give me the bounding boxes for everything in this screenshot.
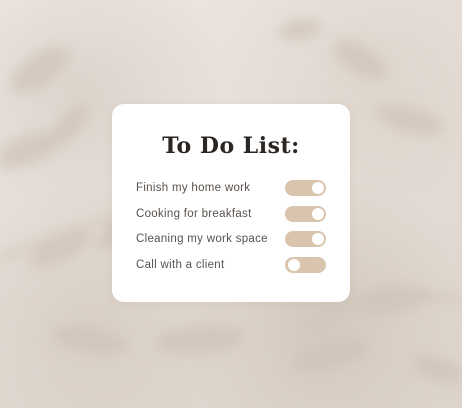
task-item: Call with a client xyxy=(136,255,326,275)
card-title: To Do List: xyxy=(162,133,300,159)
toggle-knob xyxy=(311,182,324,194)
task-list: Finish my home work Cooking for breakfas… xyxy=(136,178,326,280)
task-label: Call with a client xyxy=(136,258,225,271)
toggle-knob xyxy=(311,233,324,245)
task-label: Cooking for breakfast xyxy=(136,207,252,220)
task-toggle[interactable] xyxy=(285,205,326,222)
task-item: Cleaning my work space xyxy=(136,229,326,249)
toggle-knob xyxy=(311,207,324,220)
task-label: Cleaning my work space xyxy=(136,233,268,245)
task-item: Finish my home work xyxy=(136,178,326,198)
task-toggle[interactable] xyxy=(285,180,326,196)
task-toggle[interactable] xyxy=(285,256,326,273)
task-label: Finish my home work xyxy=(136,182,251,194)
toggle-knob xyxy=(287,258,300,271)
task-item: Cooking for breakfast xyxy=(136,204,326,224)
task-toggle[interactable] xyxy=(285,231,326,247)
